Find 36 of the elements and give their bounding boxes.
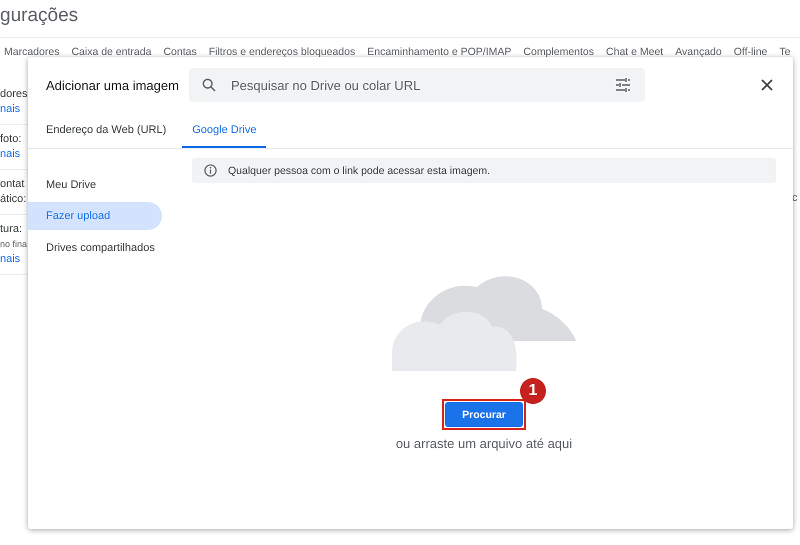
- setting-label: tura:: [0, 223, 24, 236]
- step-badge: 1: [520, 378, 546, 404]
- settings-tab[interactable]: Chat e Meet: [606, 46, 664, 58]
- search-field[interactable]: Pesquisar no Drive ou colar URL: [229, 76, 603, 94]
- link[interactable]: nais: [0, 148, 28, 161]
- setting-label: ático:: [0, 193, 28, 206]
- settings-tab[interactable]: Caixa de entrada: [71, 46, 152, 58]
- dialog-title: Adicionar uma imagem: [46, 78, 180, 92]
- info-icon: [204, 164, 217, 177]
- close-icon[interactable]: [761, 79, 773, 91]
- drop-hint: ou arraste um arquivo até aqui: [396, 436, 572, 451]
- search-icon: [201, 77, 217, 93]
- info-text: Qualquer pessoa com o link pode acessar esta imagem.: [228, 164, 490, 176]
- setting-label: dores: [0, 88, 28, 101]
- setting-label: foto:: [0, 133, 22, 146]
- filter-icon[interactable]: [615, 78, 631, 92]
- setting-label: ontat: [0, 178, 26, 191]
- sidebar-item[interactable]: Fazer upload: [28, 202, 162, 230]
- tab[interactable]: Endereço da Web (URL): [36, 113, 176, 148]
- sidebar-item[interactable]: Meu Drive: [28, 173, 162, 196]
- browse-button[interactable]: Procurar: [445, 402, 523, 427]
- settings-tab[interactable]: Marcadores: [4, 46, 60, 58]
- sidebar-item[interactable]: Drives compartilhados: [28, 236, 162, 259]
- link[interactable]: nais: [0, 253, 28, 266]
- link[interactable]: nais: [0, 103, 28, 116]
- settings-tab[interactable]: Te: [779, 46, 790, 58]
- page-title: gurações: [0, 4, 80, 28]
- settings-tab[interactable]: Off-line: [734, 46, 768, 58]
- settings-tab[interactable]: Avançado: [675, 46, 722, 58]
- tab[interactable]: Google Drive: [182, 113, 266, 148]
- search-bar[interactable]: Pesquisar no Drive ou colar URL: [189, 68, 645, 102]
- settings-tab[interactable]: Encaminhamento e POP/IMAP: [367, 46, 512, 58]
- settings-tab[interactable]: Filtros e endereços bloqueados: [208, 46, 356, 58]
- setting-note: no fina: [0, 238, 28, 251]
- settings-tab[interactable]: Complementos: [523, 46, 594, 58]
- settings-tab[interactable]: Contas: [163, 46, 197, 58]
